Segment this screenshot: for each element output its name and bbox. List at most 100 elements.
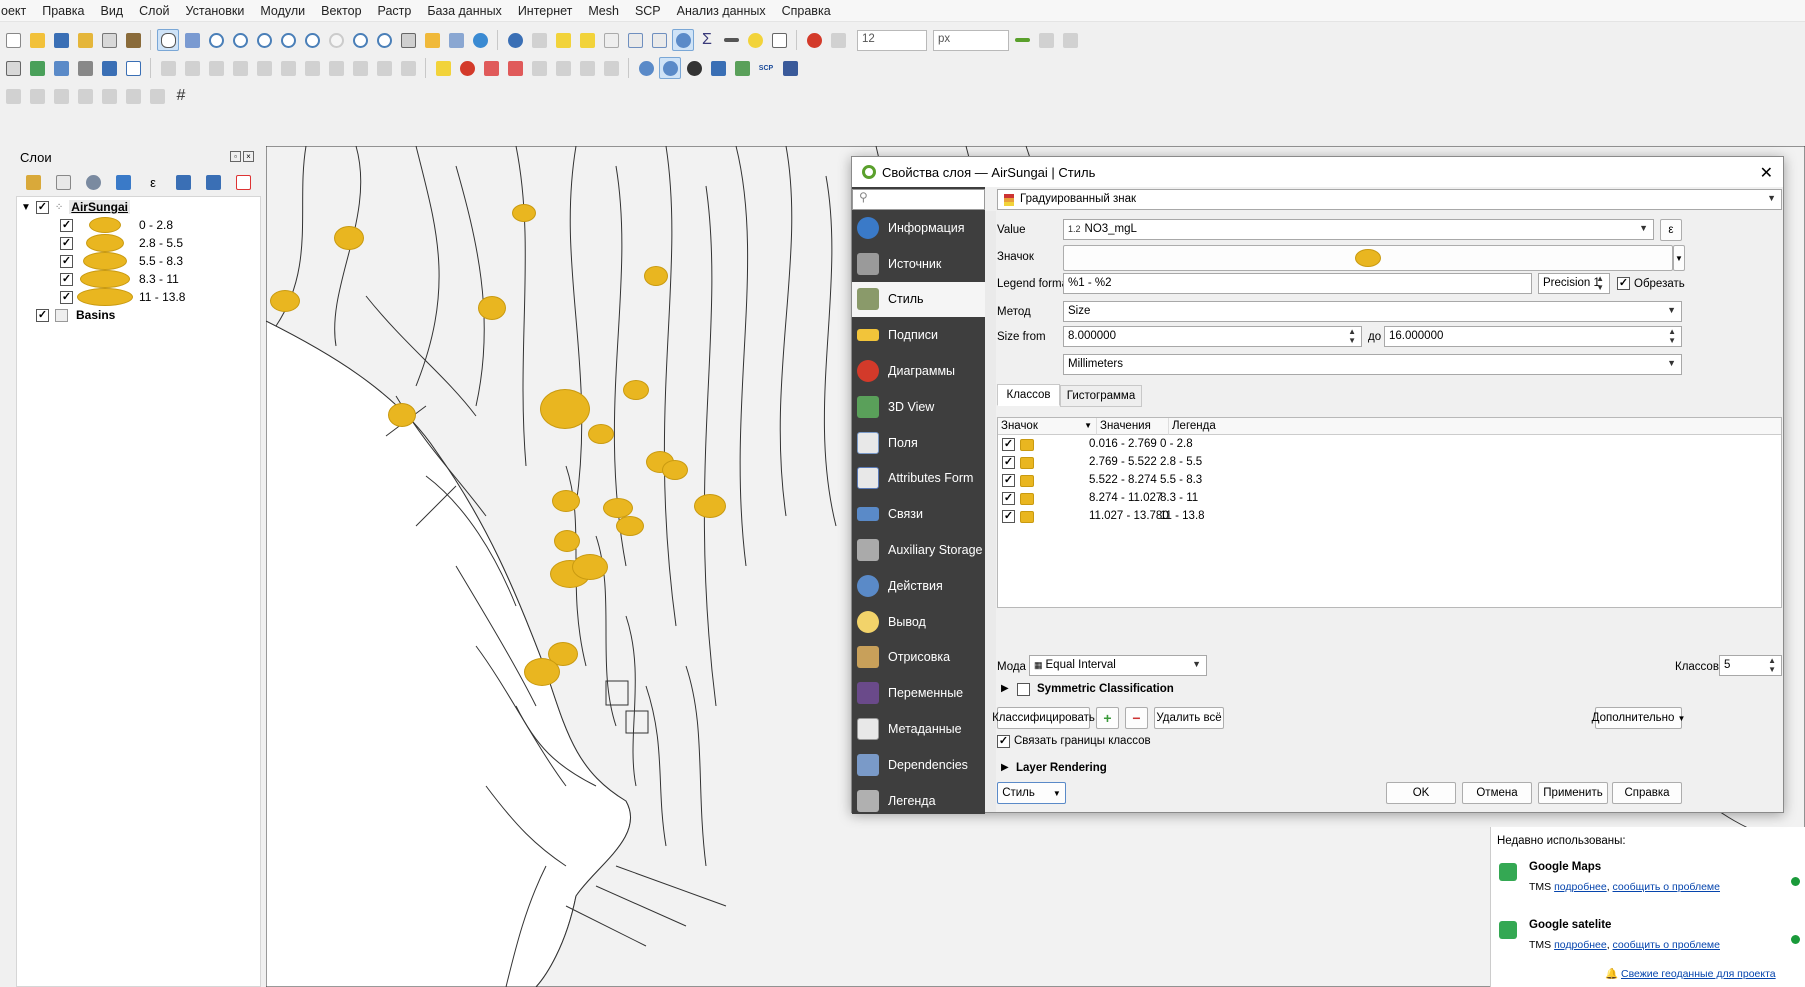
geometry-checker-icon[interactable] (74, 85, 96, 107)
menu-help[interactable]: Справка (774, 4, 839, 18)
georef-icon[interactable] (2, 85, 24, 107)
add-wms-icon[interactable] (98, 57, 120, 79)
map-point-symbol[interactable] (478, 296, 506, 320)
layer-rendering-label[interactable]: Layer Rendering (1016, 762, 1107, 774)
layer-styling-icon[interactable] (22, 171, 44, 193)
label-size-spinbox[interactable]: 12 (857, 29, 927, 51)
show-bookmarks-icon[interactable] (445, 29, 467, 51)
map-point-symbol[interactable] (334, 226, 364, 250)
class-legend[interactable]: 8.3 - 11 (1160, 492, 1198, 504)
value-field-select[interactable]: 1.2 NO3_mgL ▼ (1063, 219, 1654, 240)
map-point-symbol[interactable] (270, 290, 300, 312)
pan-hand-icon[interactable] (157, 29, 179, 51)
ok-button[interactable]: OK (1386, 782, 1456, 804)
remove-layer-icon[interactable] (232, 171, 254, 193)
redo-icon[interactable] (397, 57, 419, 79)
size-from-spinbox[interactable]: 8.000000 ▲ ▼ (1063, 326, 1362, 347)
recent-item-name[interactable]: Google Maps (1529, 861, 1601, 873)
column-header-symbol[interactable]: Значок ▼ (998, 418, 1097, 435)
topology-icon[interactable] (50, 85, 72, 107)
tab-histogram[interactable]: Гистограмма (1060, 385, 1142, 407)
rotate-label-icon[interactable] (576, 57, 598, 79)
statistics-sigma-icon[interactable]: Σ (696, 29, 718, 51)
grass-icon[interactable] (98, 85, 120, 107)
undo-icon[interactable] (373, 57, 395, 79)
sidebar-item-information[interactable]: Информация (852, 210, 985, 246)
table-row[interactable]: ✓ 0.016 - 2.769 0 - 2.8 (998, 436, 1781, 454)
sidebar-search-input[interactable]: ⚲ (852, 189, 985, 210)
refresh-icon[interactable] (469, 29, 491, 51)
class-checkbox[interactable]: ✓ (60, 272, 73, 286)
fresh-geodata-text[interactable]: Свежие геоданные для проекта (1621, 968, 1776, 980)
zoom-full-icon[interactable] (253, 29, 275, 51)
plugin-icon[interactable] (146, 85, 168, 107)
class-checkbox[interactable]: ✓ (1002, 456, 1015, 469)
map-point-symbol[interactable] (388, 403, 416, 427)
python-console-icon[interactable] (707, 57, 729, 79)
trim-checkbox[interactable]: ✓ (1617, 277, 1630, 290)
layer-name-airsungai[interactable]: AirSungai (69, 200, 130, 214)
save-edits-icon[interactable] (253, 57, 275, 79)
pin-labels-icon[interactable] (480, 57, 502, 79)
menu-edit[interactable]: Правка (34, 4, 92, 18)
collapse-arrow-icon[interactable]: ▼ (21, 202, 31, 213)
column-header-legend[interactable]: Легенда (1169, 418, 1781, 435)
table-row[interactable]: ✓ 5.522 - 8.274 5.5 - 8.3 (998, 472, 1781, 490)
trace-tool-icon[interactable] (1059, 29, 1081, 51)
fresh-geodata-link[interactable]: 🔔 Свежие геоданные для проекта (1605, 967, 1776, 980)
add-csv-icon[interactable] (74, 57, 96, 79)
open-data-source-icon[interactable] (2, 57, 24, 79)
label-abc-icon[interactable] (432, 57, 454, 79)
class-checkbox[interactable]: ✓ (1002, 492, 1015, 505)
zoom-native-icon[interactable] (325, 29, 347, 51)
sidebar-item-metadata[interactable]: Метаданные (852, 711, 985, 747)
zoom-next-icon[interactable] (373, 29, 395, 51)
unit-select[interactable]: Millimeters ▼ (1063, 354, 1682, 375)
sidebar-item-fields[interactable]: Поля (852, 425, 985, 461)
show-hide-labels-icon[interactable] (528, 57, 550, 79)
renderer-select[interactable]: Градуированный знак ▼ (997, 189, 1782, 210)
sidebar-item-variables[interactable]: Переменные (852, 675, 985, 711)
help-book-icon[interactable] (779, 57, 801, 79)
filter-expression-icon[interactable]: ε (142, 171, 164, 193)
legend-class-row[interactable]: ✓ 8.3 - 11 (60, 270, 179, 288)
class-legend[interactable]: 11 - 13.8 (1160, 510, 1205, 522)
class-values[interactable]: 2.769 - 5.522 (1089, 456, 1157, 468)
symbol-menu-chevron-icon[interactable]: ▼ (1673, 245, 1685, 271)
pan-to-selection-icon[interactable] (181, 29, 203, 51)
save-project-icon[interactable] (50, 29, 72, 51)
layer-visibility-checkbox[interactable]: ✓ (35, 200, 49, 214)
table-row[interactable]: ✓ 8.274 - 11.027 8.3 - 11 (998, 490, 1781, 508)
map-point-symbol[interactable] (554, 530, 580, 552)
zoom-layer-icon[interactable] (301, 29, 323, 51)
symbol-button[interactable] (1063, 245, 1673, 271)
menu-raster[interactable]: Растр (370, 4, 420, 18)
processing-toolbox-icon[interactable] (672, 29, 694, 51)
scp-dock-icon[interactable] (731, 57, 753, 79)
report-link[interactable]: сообщить о проблеме (1613, 881, 1720, 893)
zoom-last-icon[interactable] (349, 29, 371, 51)
change-label-icon[interactable] (600, 57, 622, 79)
sidebar-item-source[interactable]: Источник (852, 246, 985, 282)
tab-classes[interactable]: Классов (997, 384, 1060, 406)
close-panel-icon[interactable]: × (243, 151, 254, 162)
attribute-table-icon[interactable] (624, 29, 646, 51)
add-raster-icon[interactable] (50, 57, 72, 79)
class-checkbox[interactable]: ✓ (1002, 510, 1015, 523)
class-checkbox[interactable]: ✓ (1002, 474, 1015, 487)
label-tool-icon[interactable] (827, 29, 849, 51)
recent-item-name[interactable]: Google satelite (1529, 919, 1611, 931)
copy-icon[interactable] (325, 57, 347, 79)
field-calculator-icon[interactable] (648, 29, 670, 51)
label-unit-select[interactable]: px (933, 29, 1009, 51)
scp-binoculars-icon[interactable] (683, 57, 705, 79)
sidebar-item-actions[interactable]: Действия (852, 568, 985, 604)
diagram-icon[interactable] (456, 57, 478, 79)
vertex-tool-icon[interactable] (229, 57, 251, 79)
class-legend[interactable]: 2.8 - 5.5 (1160, 456, 1202, 468)
class-checkbox[interactable]: ✓ (60, 254, 73, 268)
legend-class-row[interactable]: ✓ 2.8 - 5.5 (60, 234, 183, 252)
add-class-icon[interactable]: + (1096, 707, 1119, 729)
advanced-button[interactable]: Дополнительно ▼ (1592, 707, 1685, 729)
delete-all-button[interactable]: Удалить всё (1154, 707, 1224, 729)
